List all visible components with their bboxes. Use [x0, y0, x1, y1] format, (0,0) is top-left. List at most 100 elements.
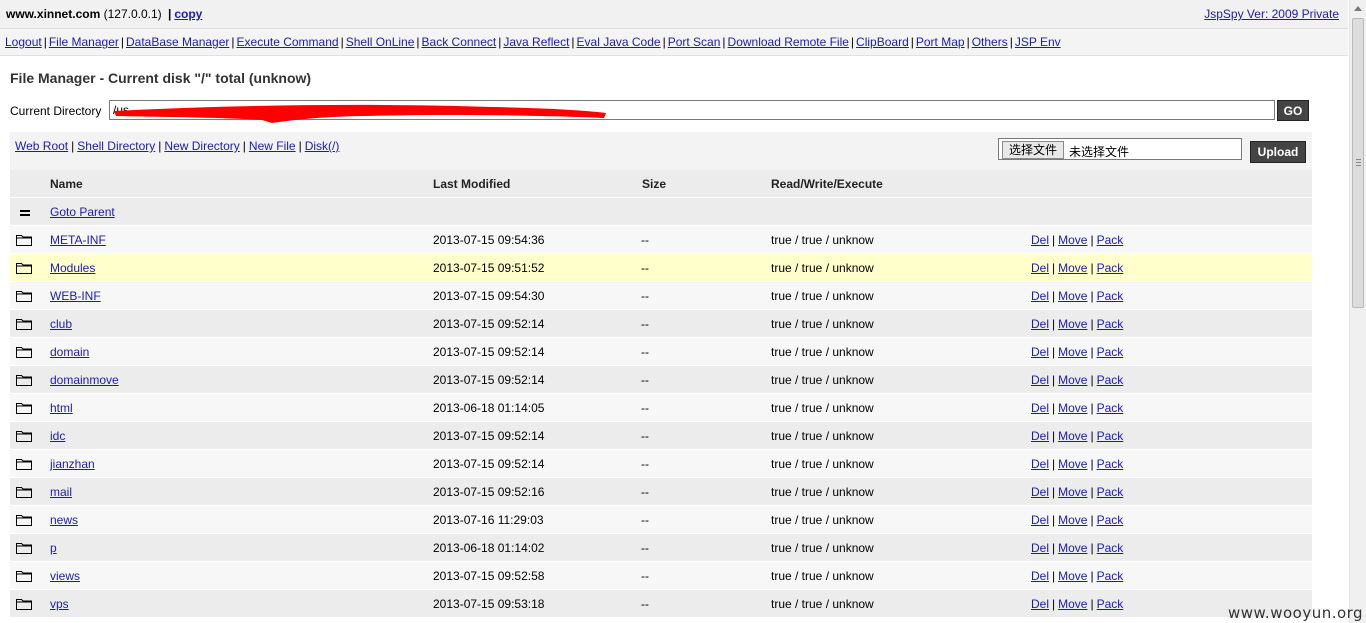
move-link[interactable]: Move [1058, 373, 1087, 387]
move-link[interactable]: Move [1058, 429, 1087, 443]
folder-icon [16, 514, 32, 526]
pack-link[interactable]: Pack [1097, 373, 1124, 387]
go-button[interactable]: GO [1277, 100, 1309, 121]
pack-link[interactable]: Pack [1097, 513, 1124, 527]
del-link[interactable]: Del [1031, 541, 1049, 555]
del-link[interactable]: Del [1031, 485, 1049, 499]
folder-name-link[interactable]: p [50, 541, 57, 555]
last-modified: 2013-07-15 09:52:14 [433, 345, 545, 359]
nav-link-clipboard[interactable]: ClipBoard [856, 35, 909, 49]
del-link[interactable]: Del [1031, 373, 1049, 387]
scroll-up-icon[interactable] [1354, 6, 1362, 11]
pack-link[interactable]: Pack [1097, 261, 1124, 275]
del-link[interactable]: Del [1031, 569, 1049, 583]
pack-link[interactable]: Pack [1097, 289, 1124, 303]
toolbar-link-new-file[interactable]: New File [249, 139, 296, 153]
toolbar-link-shell-directory[interactable]: Shell Directory [77, 139, 155, 153]
del-link[interactable]: Del [1031, 457, 1049, 471]
folder-name-link[interactable]: vps [50, 597, 69, 611]
move-link[interactable]: Move [1058, 401, 1087, 415]
copy-link[interactable]: copy [174, 7, 202, 21]
folder-name-link[interactable]: domainmove [50, 373, 119, 387]
move-link[interactable]: Move [1058, 233, 1087, 247]
move-link[interactable]: Move [1058, 513, 1087, 527]
del-link[interactable]: Del [1031, 317, 1049, 331]
nav-link-execute-command[interactable]: Execute Command [237, 35, 339, 49]
nav-separator: | [722, 35, 726, 49]
nav-link-eval-java-code[interactable]: Eval Java Code [577, 35, 661, 49]
nav-link-back-connect[interactable]: Back Connect [422, 35, 497, 49]
pack-link[interactable]: Pack [1097, 541, 1124, 555]
permissions: true / true / unknow [771, 569, 874, 583]
move-link[interactable]: Move [1058, 569, 1087, 583]
file-chooser[interactable]: 选择文件 未选择文件 [998, 138, 1242, 160]
folder-icon [16, 598, 32, 610]
pack-link[interactable]: Pack [1097, 485, 1124, 499]
nav-link-logout[interactable]: Logout [5, 35, 42, 49]
table-row: META-INF 2013-07-15 09:54:36 -- true / true… [10, 225, 1312, 253]
toolbar-separator: | [298, 139, 302, 153]
pack-link[interactable]: Pack [1097, 429, 1124, 443]
folder-name-link[interactable]: WEB-INF [50, 289, 101, 303]
folder-name-link[interactable]: jianzhan [50, 457, 95, 471]
file-size: -- [641, 289, 649, 303]
move-link[interactable]: Move [1058, 541, 1087, 555]
pack-link[interactable]: Pack [1097, 597, 1124, 611]
move-link[interactable]: Move [1058, 289, 1087, 303]
folder-name-link[interactable]: views [50, 569, 80, 583]
row-actions: Del | Move | Pack [1031, 373, 1123, 387]
nav-link-download-remote-file[interactable]: Download Remote File [728, 35, 849, 49]
move-link[interactable]: Move [1058, 485, 1087, 499]
goto-parent-link[interactable]: Goto Parent [50, 205, 115, 219]
nav-link-database-manager[interactable]: DataBase Manager [126, 35, 229, 49]
folder-name-link[interactable]: news [50, 513, 78, 527]
folder-name-link[interactable]: html [50, 401, 73, 415]
current-directory-label: Current Directory [10, 104, 102, 118]
pack-link[interactable]: Pack [1097, 233, 1124, 247]
folder-icon [16, 374, 32, 386]
del-link[interactable]: Del [1031, 429, 1049, 443]
version-link[interactable]: JspSpy Ver: 2009 Private [1204, 7, 1339, 21]
toolbar-link-web-root[interactable]: Web Root [15, 139, 68, 153]
pack-link[interactable]: Pack [1097, 317, 1124, 331]
del-link[interactable]: Del [1031, 289, 1049, 303]
move-link[interactable]: Move [1058, 457, 1087, 471]
scrollbar-thumb[interactable] [1352, 18, 1364, 308]
folder-name-link[interactable]: club [50, 317, 72, 331]
folder-name-link[interactable]: mail [50, 485, 72, 499]
move-link[interactable]: Move [1058, 345, 1087, 359]
folder-name-link[interactable]: idc [50, 429, 65, 443]
nav-link-port-scan[interactable]: Port Scan [668, 35, 721, 49]
upload-button[interactable]: Upload [1250, 141, 1306, 163]
folder-name-link[interactable]: META-INF [50, 233, 106, 247]
del-link[interactable]: Del [1031, 401, 1049, 415]
choose-file-button[interactable]: 选择文件 [1002, 141, 1065, 159]
nav-link-others[interactable]: Others [972, 35, 1008, 49]
pack-link[interactable]: Pack [1097, 569, 1124, 583]
move-link[interactable]: Move [1058, 261, 1087, 275]
toolbar-link-new-directory[interactable]: New Directory [164, 139, 239, 153]
move-link[interactable]: Move [1058, 597, 1087, 611]
nav-link-jsp-env[interactable]: JSP Env [1015, 35, 1061, 49]
nav-link-file-manager[interactable]: File Manager [49, 35, 119, 49]
current-directory-input[interactable] [109, 100, 1275, 120]
del-link[interactable]: Del [1031, 261, 1049, 275]
vertical-scrollbar[interactable] [1349, 0, 1366, 623]
column-header-name: Name [50, 177, 83, 191]
move-link[interactable]: Move [1058, 317, 1087, 331]
pack-link[interactable]: Pack [1097, 345, 1124, 359]
nav-link-port-map[interactable]: Port Map [916, 35, 965, 49]
last-modified: 2013-06-18 01:14:05 [433, 401, 545, 415]
del-link[interactable]: Del [1031, 513, 1049, 527]
nav-link-shell-online[interactable]: Shell OnLine [346, 35, 415, 49]
pack-link[interactable]: Pack [1097, 457, 1124, 471]
del-link[interactable]: Del [1031, 345, 1049, 359]
action-separator: | [1090, 485, 1094, 499]
folder-name-link[interactable]: Modules [50, 261, 95, 275]
pack-link[interactable]: Pack [1097, 401, 1124, 415]
folder-name-link[interactable]: domain [50, 345, 89, 359]
nav-link-java-reflect[interactable]: Java Reflect [503, 35, 569, 49]
del-link[interactable]: Del [1031, 597, 1049, 611]
toolbar-link-disk[interactable]: Disk(/) [305, 139, 340, 153]
del-link[interactable]: Del [1031, 233, 1049, 247]
